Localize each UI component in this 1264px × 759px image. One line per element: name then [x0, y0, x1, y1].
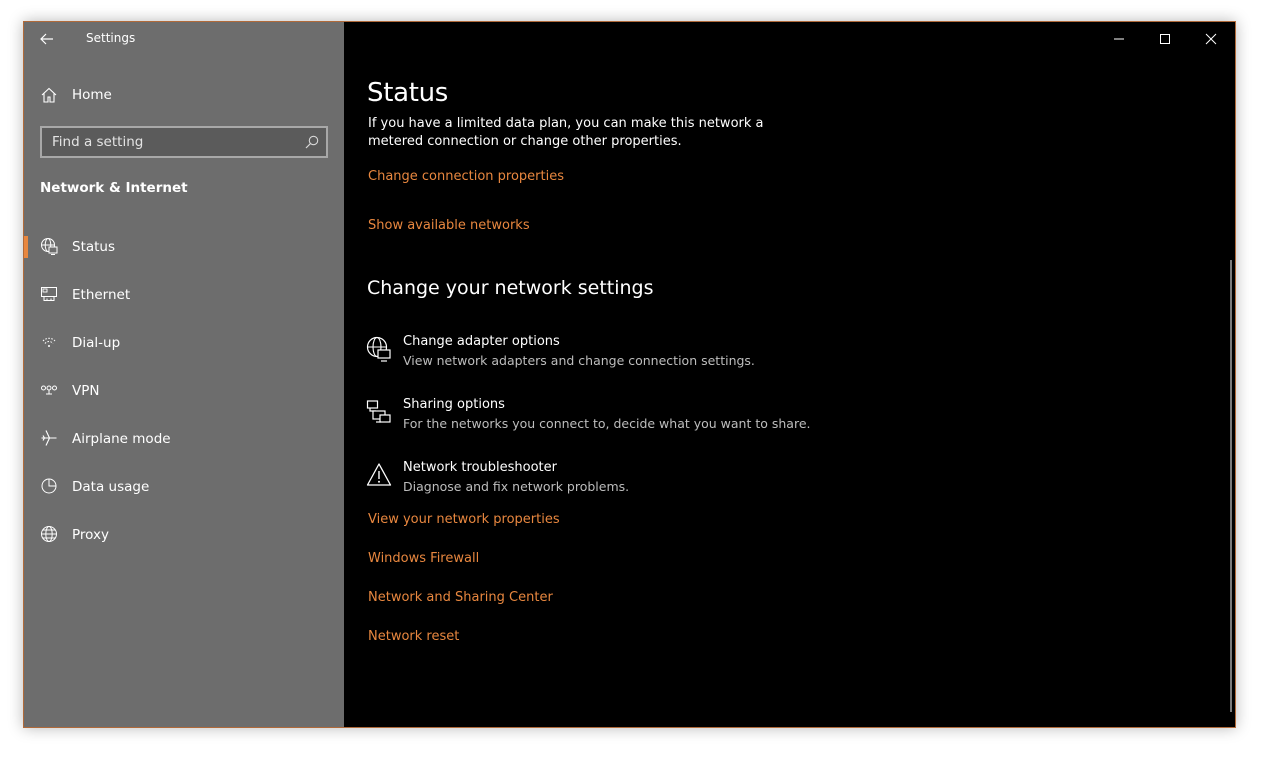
sidebar-item-proxy[interactable]: Proxy: [24, 512, 344, 560]
option-subtitle: Diagnose and fix network problems.: [403, 479, 630, 494]
sidebar-item-label: Status: [72, 239, 116, 255]
minimize-icon: [1114, 38, 1124, 40]
sharing-options[interactable]: Sharing options For the networks you con…: [366, 397, 866, 441]
sidebar: Settings Home Find a setting Network & I…: [24, 22, 344, 727]
page-title: Status: [367, 78, 449, 108]
sidebar-item-label: Dial-up: [72, 335, 121, 351]
back-arrow-icon: [40, 33, 53, 45]
sidebar-item-vpn[interactable]: VPN: [24, 368, 344, 416]
sidebar-item-status[interactable]: Status: [24, 224, 344, 272]
search-icon[interactable]: [305, 135, 319, 149]
section-title: Network & Internet: [40, 180, 188, 196]
ethernet-icon: [41, 287, 57, 301]
option-title: Network troubleshooter: [403, 460, 557, 475]
option-title: Sharing options: [403, 397, 505, 412]
network-reset-link[interactable]: Network reset: [368, 629, 459, 644]
home-icon: [41, 87, 57, 103]
close-icon: [1205, 33, 1217, 45]
option-subtitle: View network adapters and change connect…: [403, 353, 755, 368]
data-usage-icon: [41, 478, 57, 494]
app-title: Settings: [86, 31, 136, 45]
windows-firewall-link[interactable]: Windows Firewall: [368, 551, 479, 566]
option-subtitle: For the networks you connect to, decide …: [403, 416, 811, 431]
back-button[interactable]: [36, 29, 58, 49]
view-network-properties-link[interactable]: View your network properties: [368, 512, 560, 527]
vpn-icon: [41, 385, 57, 395]
close-button[interactable]: [1188, 26, 1234, 52]
show-available-networks-link[interactable]: Show available networks: [368, 218, 530, 233]
sidebar-item-ethernet[interactable]: Ethernet: [24, 272, 344, 320]
search-input[interactable]: Find a setting: [40, 126, 328, 158]
scrollbar[interactable]: [1230, 260, 1232, 712]
sidebar-item-airplane-mode[interactable]: Airplane mode: [24, 416, 344, 464]
warning-icon: [366, 463, 392, 486]
sidebar-item-dial-up[interactable]: Dial-up: [24, 320, 344, 368]
sharing-icon: [366, 400, 391, 423]
option-title: Change adapter options: [403, 334, 560, 349]
sidebar-item-home[interactable]: Home: [24, 80, 344, 110]
title-bar: Settings: [24, 22, 344, 56]
main-content: Status If you have a limited data plan, …: [344, 22, 1235, 727]
minimize-button[interactable]: [1096, 26, 1142, 52]
maximize-icon: [1160, 34, 1170, 44]
settings-window: Settings Home Find a setting Network & I…: [23, 21, 1236, 728]
sidebar-nav: Status Ethernet Dial-up VPN Airplane mod…: [24, 224, 344, 560]
change-connection-properties-link[interactable]: Change connection properties: [368, 169, 564, 184]
sidebar-item-label: Home: [72, 87, 112, 103]
sidebar-item-data-usage[interactable]: Data usage: [24, 464, 344, 512]
dial-up-icon: [42, 337, 56, 347]
adapter-icon: [366, 336, 391, 362]
maximize-button[interactable]: [1142, 26, 1188, 52]
network-troubleshooter[interactable]: Network troubleshooter Diagnose and fix …: [366, 460, 866, 504]
status-description: If you have a limited data plan, you can…: [368, 116, 764, 149]
search-placeholder: Find a setting: [52, 134, 144, 150]
globe-status-icon: [41, 238, 58, 255]
sidebar-item-label: VPN: [72, 383, 100, 399]
selection-indicator: [24, 236, 28, 258]
sidebar-item-label: Proxy: [72, 527, 109, 543]
sidebar-item-label: Airplane mode: [72, 431, 171, 447]
sidebar-item-label: Ethernet: [72, 287, 131, 303]
sidebar-item-label: Data usage: [72, 479, 150, 495]
change-adapter-options[interactable]: Change adapter options View network adap…: [366, 334, 866, 378]
section-heading: Change your network settings: [367, 277, 654, 299]
proxy-globe-icon: [41, 526, 57, 542]
airplane-icon: [41, 430, 57, 446]
network-sharing-center-link[interactable]: Network and Sharing Center: [368, 590, 553, 605]
